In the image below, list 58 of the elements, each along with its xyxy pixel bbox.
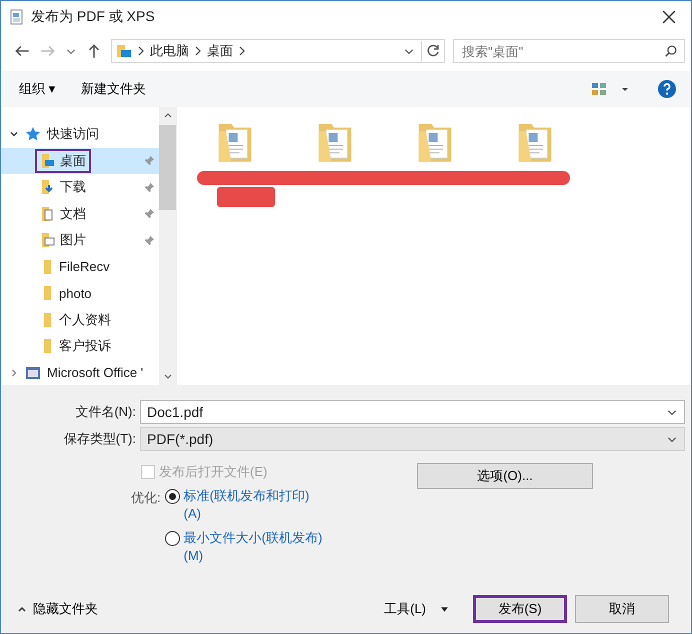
- window-title: 发布为 PDF 或 XPS: [31, 8, 156, 26]
- radio-label: 标准(联机发布和打印)(A): [184, 487, 310, 523]
- nav-item[interactable]: Microsoft Office ': [47, 365, 144, 380]
- nav-item[interactable]: 桌面: [1, 148, 159, 174]
- folder-icon: [44, 286, 51, 300]
- folder-icon: [44, 312, 51, 327]
- radio-button[interactable]: [164, 489, 180, 504]
- search-icon: [664, 44, 678, 58]
- caret-icon[interactable]: [621, 85, 629, 93]
- star-icon: [25, 126, 41, 142]
- search-box[interactable]: 搜索"桌面": [453, 39, 685, 63]
- radio-button[interactable]: [164, 531, 180, 546]
- dialog-button[interactable]: 发布(S): [473, 595, 567, 623]
- folder-icon: [116, 43, 132, 59]
- optimize-label: 优化:: [131, 489, 161, 507]
- nav-item[interactable]: photo: [1, 280, 159, 306]
- nav-item[interactable]: 文档: [1, 200, 159, 227]
- new-folder-button[interactable]: 新建文件夹: [75, 76, 152, 102]
- nav-item[interactable]: 快速访问: [47, 125, 99, 144]
- nav-item[interactable]: 下载: [1, 174, 159, 200]
- view-options-icon[interactable]: [591, 82, 607, 96]
- nav-item[interactable]: FileRecv: [1, 254, 159, 280]
- radio-label: 最小文件大小(联机发布)(M): [184, 529, 324, 565]
- folder-icon: [40, 152, 56, 169]
- pin-icon[interactable]: [144, 234, 155, 246]
- pin-icon[interactable]: [144, 182, 155, 193]
- file-type-dropdown[interactable]: PDF(*.pdf): [140, 427, 685, 451]
- organize-menu[interactable]: 组织 ▾: [13, 76, 62, 102]
- scrollbar[interactable]: [159, 107, 176, 385]
- folder-icon: [44, 260, 51, 274]
- options-button[interactable]: 选项(O)...: [417, 463, 593, 489]
- path-segment[interactable]: 桌面: [207, 42, 233, 60]
- field-label: 文件名(N):: [74, 403, 137, 421]
- close-icon: [662, 10, 676, 24]
- collapse-chevron-icon[interactable]: [9, 368, 19, 378]
- folder-icon: [44, 339, 51, 354]
- pin-icon[interactable]: [144, 208, 155, 220]
- address-bar[interactable]: 此电脑 桌面: [111, 39, 445, 63]
- chevron-right-icon[interactable]: [138, 46, 144, 56]
- dialog-button[interactable]: 取消: [575, 595, 669, 623]
- field-label: 保存类型(T):: [62, 430, 137, 448]
- hide-folders-button[interactable]: 隐藏文件夹: [11, 599, 104, 619]
- help-icon[interactable]: [657, 79, 677, 99]
- filename-field[interactable]: Doc1.pdf: [140, 400, 685, 424]
- nav-item[interactable]: 客户投诉: [1, 333, 159, 360]
- nav-item[interactable]: 图片: [1, 227, 159, 254]
- chevron-right-icon[interactable]: [239, 46, 245, 56]
- nav-item[interactable]: 个人资料: [1, 306, 159, 333]
- tools-menu[interactable]: 工具(L): [378, 599, 455, 619]
- document-icon: [9, 9, 25, 25]
- caret-icon: [440, 604, 449, 614]
- folder-icon: [40, 232, 56, 248]
- chevron-up-icon: [17, 604, 27, 614]
- chevron-right-icon[interactable]: [195, 46, 201, 56]
- checkbox-label: 发布后打开文件(E): [159, 463, 268, 481]
- redaction-bar: [217, 187, 275, 207]
- application-icon: [25, 364, 41, 381]
- path-segment[interactable]: 此电脑: [150, 42, 189, 60]
